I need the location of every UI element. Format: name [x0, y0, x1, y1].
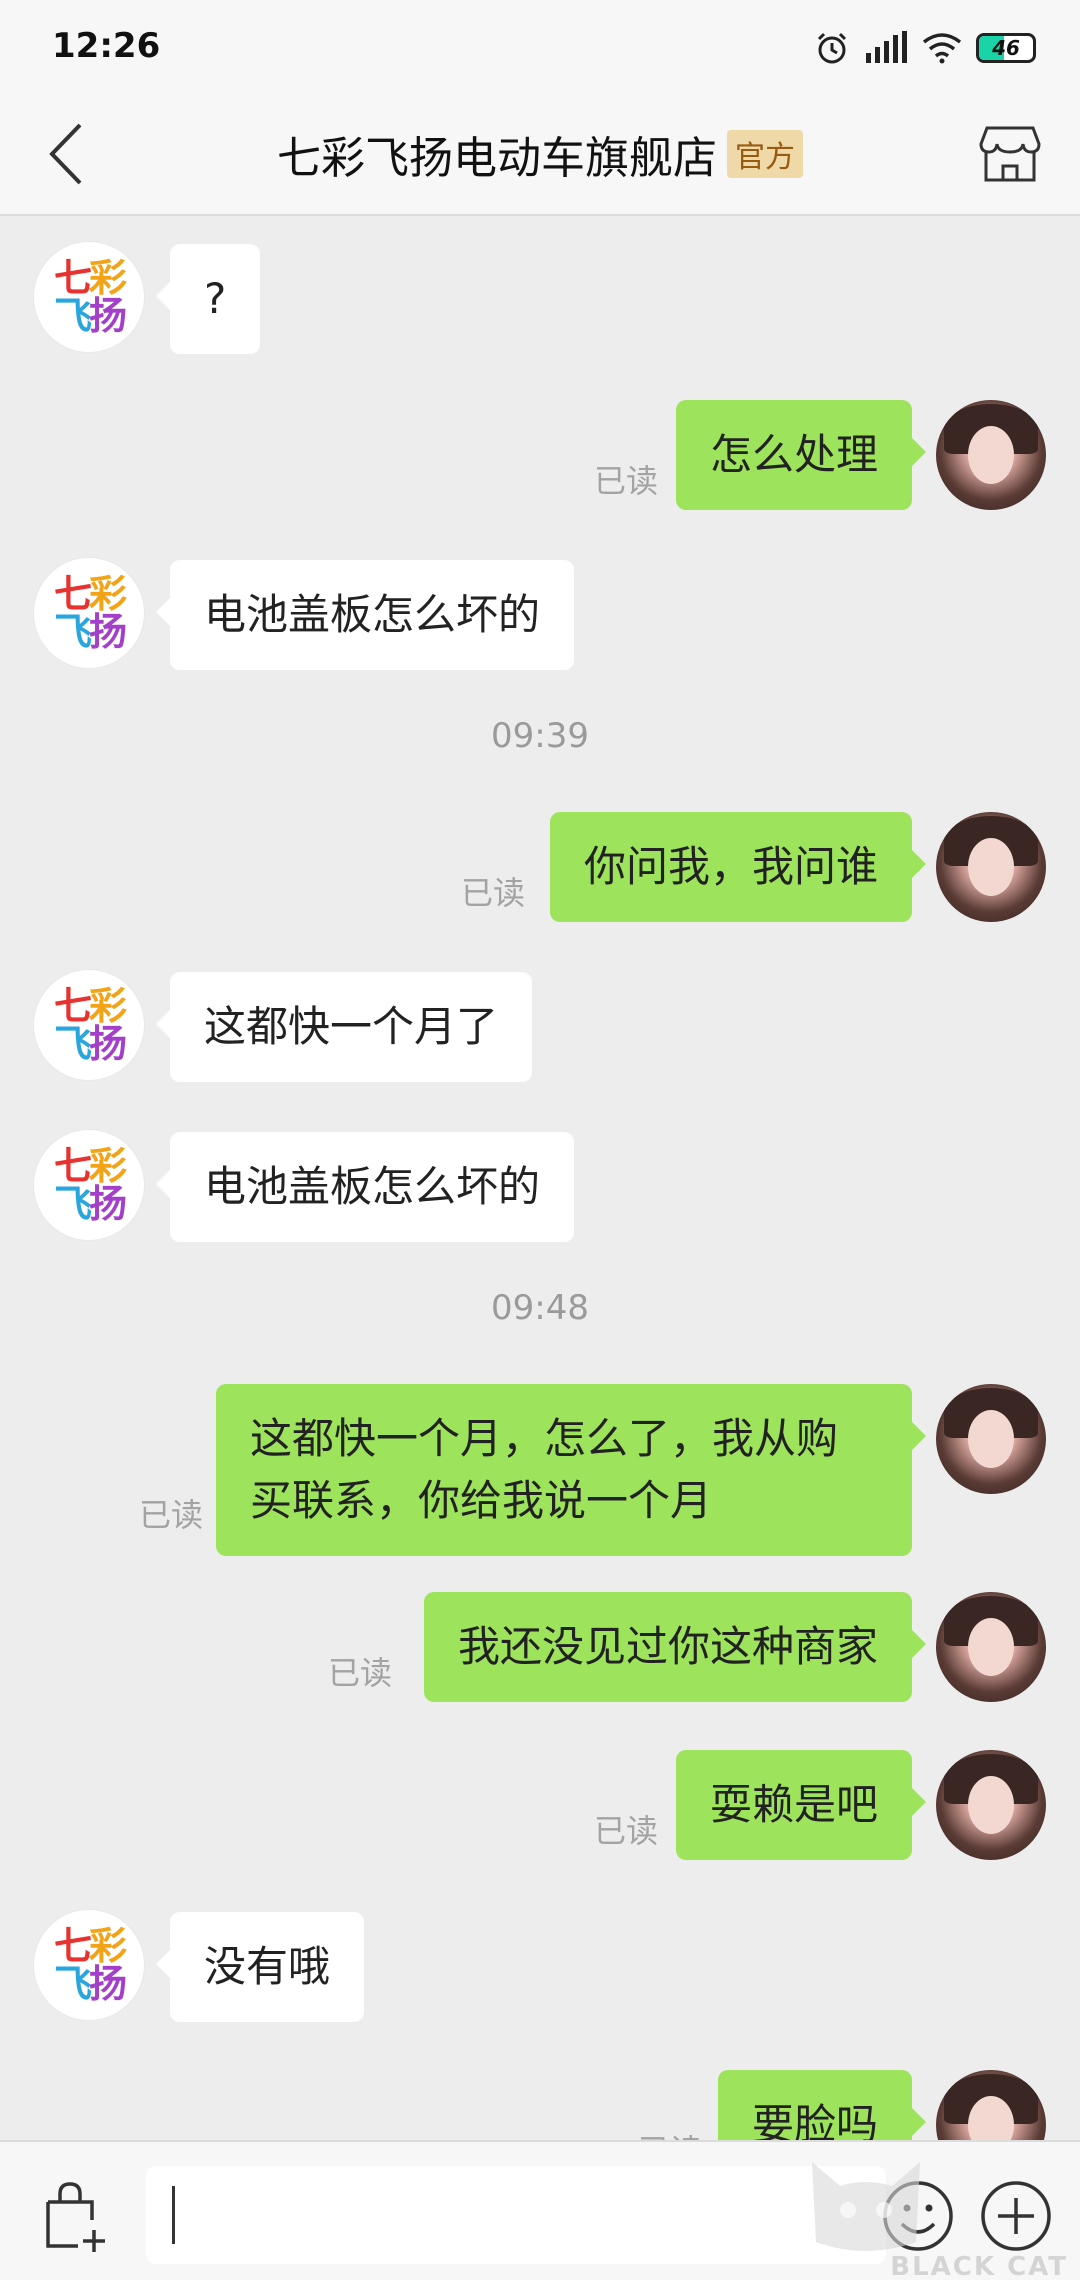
signal-icon	[864, 31, 908, 65]
message-bubble[interactable]: 耍赖是吧	[675, 1750, 927, 1860]
message-bubble[interactable]: 电池盖板怎么坏的	[155, 560, 575, 670]
wifi-icon	[922, 32, 962, 64]
user-avatar[interactable]	[936, 2070, 1046, 2140]
read-status: 已读	[638, 2126, 702, 2140]
shopping-bag-add-icon	[46, 2182, 105, 2252]
user-avatar[interactable]	[936, 1592, 1046, 1702]
message-input[interactable]	[146, 2166, 886, 2264]
store-icon	[979, 126, 1041, 182]
read-status: 已读	[327, 1654, 392, 1692]
chat-area[interactable]: 七彩 飞扬 ? 怎么处理 已读 七彩 飞扬 电池盖板怎么坏的 09:39 你问我…	[0, 218, 1080, 2140]
watermark-text: BLACK CAT	[890, 2252, 1068, 2280]
black-cat-watermark: BLACK CAT	[806, 2152, 1080, 2280]
logo-line-2: 飞扬	[53, 1962, 127, 2006]
logo-line-2: 飞扬	[53, 1182, 127, 1226]
official-badge: 官方	[727, 130, 803, 178]
user-avatar[interactable]	[936, 1384, 1046, 1494]
nav-bar: 七彩飞扬电动车旗舰店 官方	[0, 92, 1080, 216]
read-status: 已读	[593, 462, 658, 500]
message-bubble[interactable]: 没有哦	[155, 1912, 365, 2022]
shop-avatar[interactable]: 七彩 飞扬	[34, 1130, 144, 1240]
text-caret	[172, 2186, 175, 2244]
shop-avatar[interactable]: 七彩 飞扬	[34, 1910, 144, 2020]
message-bubble[interactable]: 要脸吗	[717, 2070, 927, 2140]
logo-line-1: 七彩	[53, 572, 127, 616]
shop-avatar[interactable]: 七彩 飞扬	[34, 558, 144, 668]
message-bubble[interactable]: 这都快一个月了	[155, 972, 533, 1082]
status-bar: 12:26 46	[0, 0, 1080, 92]
logo-line-2: 飞扬	[53, 1022, 127, 1066]
shopping-bag-button[interactable]	[36, 2178, 116, 2258]
battery-level: 46	[992, 36, 1020, 60]
logo-line-1: 七彩	[53, 256, 127, 300]
user-avatar[interactable]	[936, 1750, 1046, 1860]
message-bubble[interactable]: ?	[155, 244, 261, 354]
alarm-icon	[814, 30, 850, 66]
message-bubble[interactable]: 怎么处理	[675, 400, 927, 510]
user-avatar[interactable]	[936, 400, 1046, 510]
logo-line-2: 飞扬	[53, 610, 127, 654]
black-cat-logo-icon	[812, 2162, 920, 2251]
timestamp: 09:48	[491, 1288, 589, 1328]
message-bubble[interactable]: 我还没见过你这种商家	[423, 1592, 927, 1702]
status-icons: 46	[814, 28, 1036, 68]
shop-avatar[interactable]: 七彩 飞扬	[34, 242, 144, 352]
status-time: 12:26	[52, 26, 161, 66]
page-title: 七彩飞扬电动车旗舰店	[277, 133, 717, 184]
logo-line-1: 七彩	[53, 984, 127, 1028]
title-wrap: 七彩飞扬电动车旗舰店 官方	[0, 122, 1080, 186]
read-status: 已读	[593, 1812, 658, 1850]
message-bubble[interactable]: 这都快一个月，怎么了，我从购 买联系，你给我说一个月	[216, 1384, 926, 1556]
battery-icon: 46	[976, 33, 1036, 63]
store-button[interactable]	[974, 118, 1046, 190]
timestamp: 09:39	[491, 716, 589, 756]
message-bubble[interactable]: 你问我，我问谁	[549, 812, 927, 922]
shop-avatar[interactable]: 七彩 飞扬	[34, 970, 144, 1080]
read-status: 已读	[460, 874, 525, 912]
logo-line-2: 飞扬	[53, 294, 127, 338]
message-bubble[interactable]: 电池盖板怎么坏的	[155, 1132, 575, 1242]
logo-line-1: 七彩	[53, 1924, 127, 1968]
read-status: 已读	[138, 1496, 203, 1534]
logo-line-1: 七彩	[53, 1144, 127, 1188]
user-avatar[interactable]	[936, 812, 1046, 922]
